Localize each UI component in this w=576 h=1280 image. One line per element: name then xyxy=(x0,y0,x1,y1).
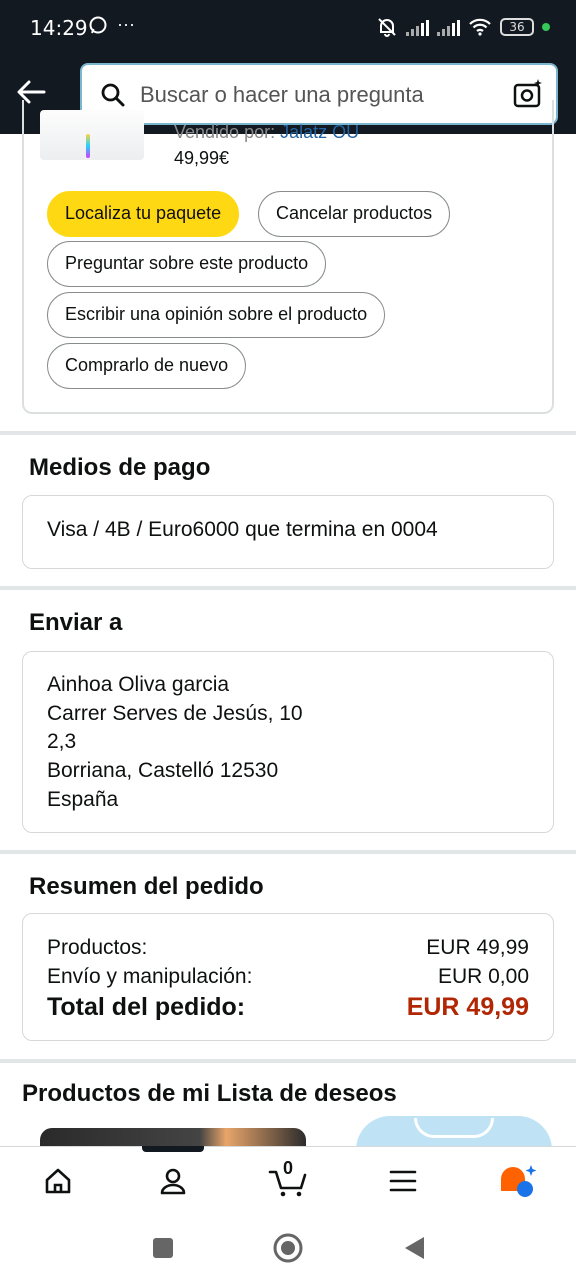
whatsapp-icon xyxy=(89,16,107,34)
menu-icon xyxy=(389,1170,417,1192)
status-more-icon: ··· xyxy=(117,14,135,34)
mute-bell-icon xyxy=(378,18,396,37)
nav-home[interactable] xyxy=(36,1159,80,1203)
address-city: Borriana, Castelló 12530 xyxy=(47,759,279,782)
active-tab-indicator xyxy=(142,1146,204,1152)
signal-icon-2 xyxy=(437,18,460,36)
seller-prefix: Vendido por: xyxy=(174,122,276,142)
user-icon xyxy=(160,1168,186,1195)
bottom-nav xyxy=(0,1146,576,1216)
summary-products-value: EUR 49,99 xyxy=(426,936,529,959)
summary-total-value: EUR 49,99 xyxy=(406,993,529,1021)
status-left-icons: ··· xyxy=(88,14,135,35)
summary-shipping-label: Envío y manipulación: xyxy=(47,965,253,988)
rufus-assistant-icon xyxy=(501,1165,537,1197)
nav-rufus[interactable] xyxy=(496,1159,540,1203)
cart-count: 0 xyxy=(283,1158,294,1178)
summary-title: Resumen del pedido xyxy=(29,873,264,900)
system-nav-bar xyxy=(0,1216,576,1280)
shipping-title: Enviar a xyxy=(29,609,123,636)
home-icon xyxy=(45,1168,71,1194)
back-triangle-icon[interactable] xyxy=(402,1235,426,1261)
payment-method: Visa / 4B / Euro6000 que termina en 0004 xyxy=(47,518,438,541)
summary-products-label: Productos: xyxy=(47,936,148,959)
address-country: España xyxy=(47,788,119,811)
product-thumbnail[interactable] xyxy=(40,110,144,160)
section-divider xyxy=(0,431,576,435)
status-bar: 14:29 ··· 36 xyxy=(0,0,576,56)
summary-shipping-value: EUR 0,00 xyxy=(437,965,529,988)
cancel-items-button[interactable]: Cancelar productos xyxy=(258,191,451,237)
status-time: 14:29 xyxy=(30,16,88,40)
summary-total-label: Total del pedido: xyxy=(47,993,246,1021)
wishlist-item-image-2[interactable] xyxy=(356,1116,552,1150)
track-package-button[interactable]: Localiza tu paquete xyxy=(47,191,240,237)
product-light-strip xyxy=(86,134,90,158)
ask-product-button[interactable]: Preguntar sobre este producto xyxy=(47,241,327,287)
signal-icon xyxy=(406,18,429,36)
product-price: 49,99€ xyxy=(174,148,230,168)
shirt-collar xyxy=(414,1118,494,1138)
buy-again-button[interactable]: Comprarlo de nuevo xyxy=(47,343,247,389)
address-name: Ainhoa Oliva garcia xyxy=(47,673,230,696)
recent-apps-icon[interactable] xyxy=(151,1236,175,1260)
seller-link[interactable]: Jalatz OU xyxy=(280,122,359,142)
write-review-button[interactable]: Escribir una opinión sobre el producto xyxy=(47,292,386,338)
seller-info: Vendido por: Jalatz OU xyxy=(174,122,359,143)
wifi-icon xyxy=(469,18,491,36)
payment-title: Medios de pago xyxy=(29,454,211,481)
home-circle-icon[interactable] xyxy=(272,1232,304,1264)
address-line-2: 2,3 xyxy=(47,730,77,753)
section-divider xyxy=(0,586,576,590)
section-divider xyxy=(0,1059,576,1063)
nav-account[interactable] xyxy=(151,1159,195,1203)
battery-icon: 36 xyxy=(500,18,534,36)
section-divider xyxy=(0,850,576,854)
active-dot-icon xyxy=(542,23,550,31)
nav-menu[interactable] xyxy=(381,1159,425,1203)
address-line-1: Carrer Serves de Jesús, 10 xyxy=(47,702,303,725)
wishlist-title: Productos de mi Lista de deseos xyxy=(22,1080,397,1107)
